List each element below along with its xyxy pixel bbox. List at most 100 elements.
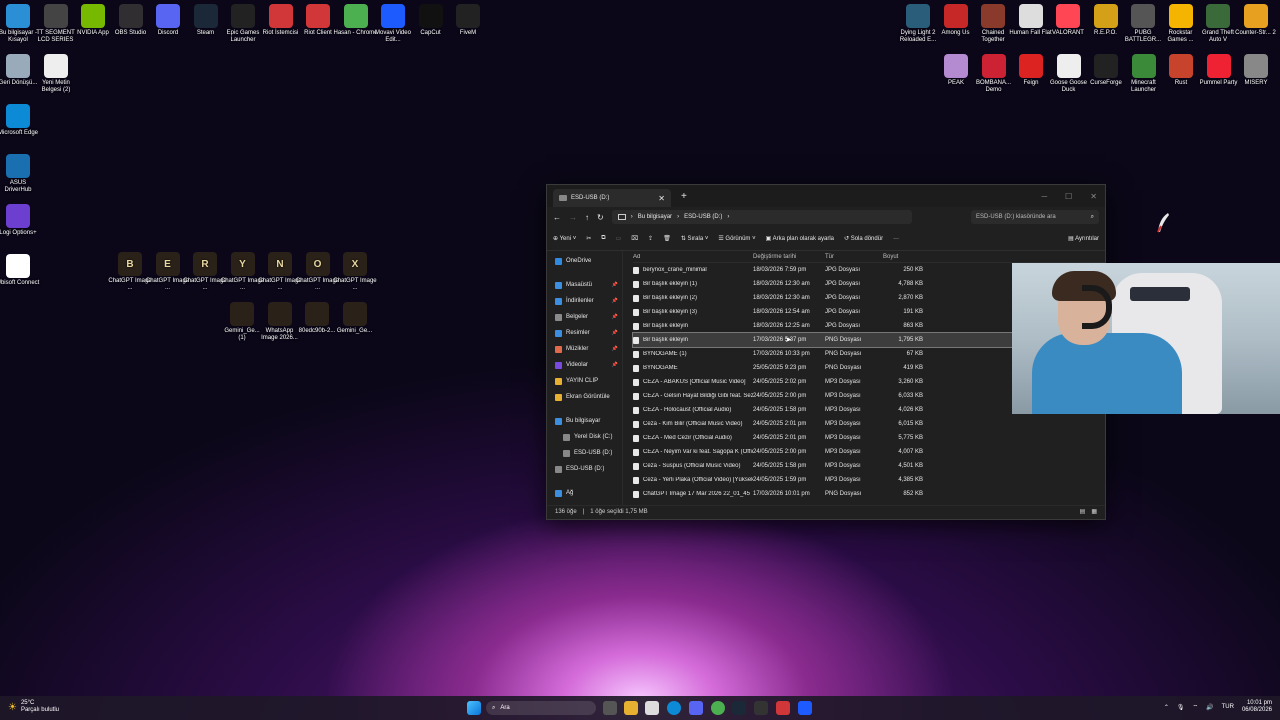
close-window-icon[interactable]: ✕ (1090, 192, 1097, 201)
more-options-icon[interactable]: ··· (893, 236, 899, 242)
store-icon[interactable] (645, 701, 659, 715)
nav-item[interactable]: Belgeler 📌 (547, 309, 622, 325)
chair-logo (1130, 287, 1190, 301)
tray-chevron-icon[interactable]: ⌃ (1164, 704, 1169, 711)
column-size[interactable]: Boyut (883, 254, 923, 260)
file-type: PNG Dosyası (825, 337, 862, 343)
column-name[interactable]: Ad (633, 254, 753, 260)
details-view-icon[interactable]: ▤ (1080, 508, 1086, 515)
file-name: CEZA - Neyim Var ki feat. Sagopa K (Offi… (643, 449, 753, 455)
movavi-taskbar-icon[interactable] (798, 701, 812, 715)
cut-icon[interactable]: ✂ (586, 235, 591, 242)
desktop-icon[interactable]: FiveM (446, 4, 490, 37)
file-size: 191 KB (903, 309, 923, 315)
set-background-button[interactable]: ▣ Arka plan olarak ayarla (766, 235, 834, 242)
back-arrow-icon[interactable]: ← (553, 213, 561, 222)
desktop-icon[interactable]: Gemini_Ge... (333, 302, 377, 335)
nav-item[interactable]: ESD-USB (D:) (547, 461, 622, 477)
file-row[interactable]: CEZA - Med Cezir (Official Audio) 24/05/2… (633, 431, 1105, 445)
breadcrumb[interactable]: › Bu bilgisayar › ESD-USB (D:) › (611, 210, 912, 224)
steam-taskbar-icon[interactable] (732, 701, 746, 715)
volume-icon[interactable]: 🔊 (1206, 704, 1213, 711)
share-icon[interactable]: ⇪ (648, 235, 653, 242)
nav-item[interactable]: Bu bilgisayar (547, 413, 622, 429)
rotate-left-button[interactable]: ↺ Sola döndür (844, 235, 883, 242)
paste-icon[interactable]: ▭ (616, 235, 622, 242)
refresh-icon[interactable]: ↻ (597, 213, 604, 222)
nav-item[interactable]: Müzikler 📌 (547, 341, 622, 357)
new-tab-icon[interactable]: + (681, 191, 687, 202)
desktop-icon[interactable]: Ubisoft Connect (0, 254, 40, 287)
weather-widget[interactable]: ☀ 25°C Parçalı bulutlu (8, 700, 59, 714)
copy-icon[interactable]: ⧉ (601, 235, 605, 242)
discord-taskbar-icon[interactable] (689, 701, 703, 715)
nav-item[interactable]: Yerel Disk (C:) (547, 429, 622, 445)
rename-icon[interactable]: ⌧ (631, 235, 638, 242)
network-icon[interactable]: ⌔ (1193, 703, 1199, 711)
taskbar-search-box[interactable]: ⌕ Ara (486, 701, 596, 715)
sort-button[interactable]: ⇅ Sırala ˅ (681, 235, 709, 242)
close-tab-icon[interactable]: ✕ (658, 194, 665, 203)
pin-icon: 📌 (611, 362, 618, 368)
delete-icon[interactable]: 🗑 (663, 235, 671, 242)
file-row[interactable]: Ceza - Suspus (Official Music Video) 24/0… (633, 459, 1105, 473)
desktop-icon[interactable]: Logi Options+ (0, 204, 40, 237)
breadcrumb-usb[interactable]: ESD-USB (D:) (684, 214, 722, 220)
start-windows-icon[interactable] (467, 701, 481, 715)
desktop-icon[interactable]: Microsoft Edge (0, 104, 40, 137)
desktop-icon[interactable]: Yeni Metin Belgesi (2) (34, 54, 78, 94)
nav-item-label: YAYIN CLIP (566, 378, 599, 384)
file-name: Bir başlık ekleyin (643, 323, 689, 329)
nav-item[interactable]: Ağ (547, 485, 622, 501)
chrome-taskbar-icon[interactable] (711, 701, 725, 715)
file-name: Bir başlık ekleyin (643, 337, 689, 343)
desktop-icon[interactable]: MISERY (1234, 54, 1278, 87)
desktop-icon[interactable]: X ChatGPT Image ... (333, 252, 377, 292)
riot-taskbar-icon[interactable] (776, 701, 790, 715)
file-name: CEZA - Gelsin Hayat Bildiği Gibi feat. S… (643, 393, 753, 399)
file-row[interactable]: Ceza - Kim Bilir (Official Music Video) 2… (633, 417, 1105, 431)
address-bar-row: ← → ↑ ↻ › Bu bilgisayar › ESD-USB (D:) ›… (547, 207, 1105, 227)
file-row[interactable]: ChatGPT Image 17 Mar 2026 22_01_45 17/03/… (633, 487, 1105, 501)
clock[interactable]: 10:01 pm 06/08/2026 (1242, 700, 1272, 714)
search-input[interactable]: ESD-USB (D:) klasöründe ara ⌕ (971, 210, 1099, 224)
file-date: 18/03/2026 7:59 pm (753, 267, 807, 273)
nav-item-label: ESD-USB (D:) (566, 466, 605, 472)
forward-arrow-icon[interactable]: → (569, 213, 577, 222)
nav-item-label: Ekran Görüntüle (566, 394, 610, 400)
minimize-icon[interactable]: ─ (1041, 192, 1047, 201)
nav-item[interactable]: İndirilenler 📌 (547, 293, 622, 309)
nav-item[interactable]: OneDrive (547, 253, 622, 269)
pin-icon: 📌 (611, 282, 618, 288)
new-button[interactable]: ⊕ Yeni ˅ (553, 235, 576, 242)
file-row[interactable]: Ceza - Yerli Plaka (Official Video) [Yük… (633, 473, 1105, 487)
file-date: 17/03/2026 10:01 pm (753, 491, 810, 497)
nav-item[interactable]: Masaüstü 📌 (547, 277, 622, 293)
desktop-icon-label: ChatGPT Image ... (333, 278, 377, 291)
task-view-icon[interactable] (603, 701, 617, 715)
nav-item[interactable]: Resimler 📌 (547, 325, 622, 341)
mic-icon[interactable]: 🎙 (1177, 704, 1185, 711)
nav-item[interactable]: ESD-USB (D:) (547, 445, 622, 461)
language-indicator[interactable]: TUR (1222, 704, 1234, 710)
app-icon (906, 4, 930, 28)
file-explorer-taskbar-icon[interactable] (624, 701, 638, 715)
view-button[interactable]: ☰ Görünüm ˅ (718, 235, 755, 242)
file-row[interactable]: CEZA - Neyim Var ki feat. Sagopa K (Offi… (633, 445, 1105, 459)
nav-item[interactable]: YAYIN CLIP (547, 373, 622, 389)
epic-taskbar-icon[interactable] (754, 701, 768, 715)
edge-taskbar-icon[interactable] (667, 701, 681, 715)
breadcrumb-this-pc[interactable]: Bu bilgisayar (638, 214, 672, 220)
tiles-view-icon[interactable]: ▦ (1091, 508, 1097, 515)
file-size: 67 KB (906, 351, 923, 357)
nav-item[interactable]: Videolar 📌 (547, 357, 622, 373)
desktop-icon[interactable]: ASUS DriverHub (0, 154, 40, 194)
desktop-icon[interactable]: Counter-Str... 2 (1234, 4, 1278, 37)
up-arrow-icon[interactable]: ↑ (585, 213, 589, 222)
details-button[interactable]: ▤ Ayrıntılar (1068, 235, 1099, 242)
tab-esd-usb[interactable]: ESD-USB (D:) ✕ (553, 189, 671, 207)
column-type[interactable]: Tür (825, 254, 883, 260)
column-date[interactable]: Değiştirme tarihi (753, 254, 825, 260)
nav-item[interactable]: Ekran Görüntüle (547, 389, 622, 405)
maximize-icon[interactable]: ☐ (1065, 192, 1072, 201)
